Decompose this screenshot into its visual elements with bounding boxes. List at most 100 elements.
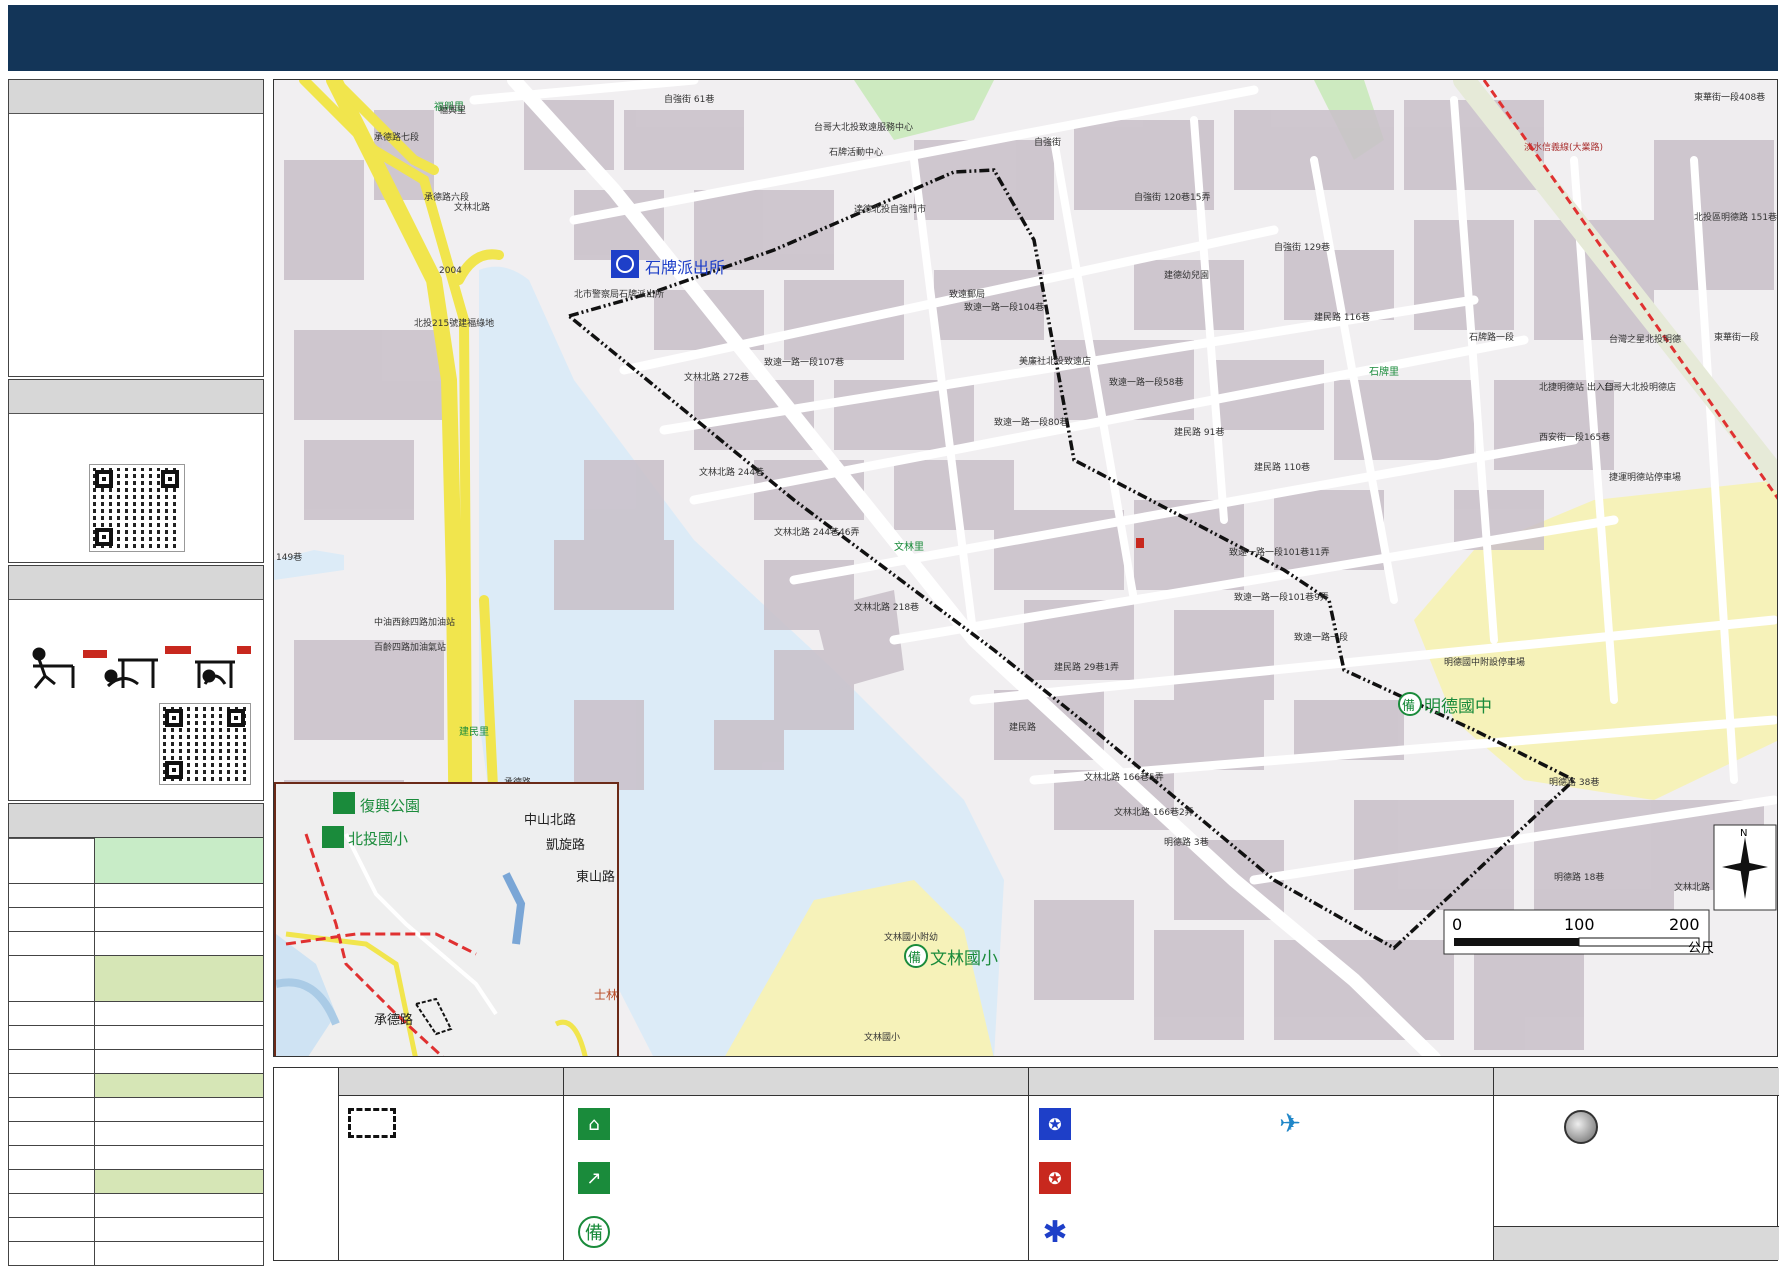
table-cell [8, 1073, 95, 1098]
shelter-table-header [9, 804, 263, 839]
svg-text:0: 0 [1452, 915, 1462, 934]
table-cell [8, 883, 95, 908]
table-cell [8, 1097, 95, 1122]
police-station-label: 石牌派出所 [645, 258, 725, 277]
svg-text:淡水信義線(大業路): 淡水信義線(大業路) [1524, 141, 1603, 153]
table-cell [94, 1193, 264, 1218]
svg-text:文林國小: 文林國小 [864, 1031, 900, 1043]
svg-text:北投區明德路 151巷: 北投區明德路 151巷 [1694, 211, 1777, 223]
svg-text:東山路: 東山路 [576, 869, 615, 885]
table-cell [8, 1049, 95, 1074]
table-cell [8, 1025, 95, 1050]
svg-text:明德國中附設停車場: 明德國中附設停車場 [1444, 656, 1525, 668]
svg-text:文林北路 218巷: 文林北路 218巷 [854, 601, 919, 613]
svg-text:文林北路 244巷46弄: 文林北路 244巷46弄 [774, 526, 860, 538]
legend-col-services: ✪ ✪ ✱ ✈ [1028, 1068, 1493, 1260]
svg-text:致遠一路一段: 致遠一路一段 [1294, 631, 1348, 643]
svg-text:致遠一路一段107巷: 致遠一路一段107巷 [764, 356, 844, 368]
svg-text:致遠一路一段101巷11弄: 致遠一路一段101巷11弄 [1229, 546, 1330, 558]
svg-text:文林國小附幼: 文林國小附幼 [884, 931, 938, 943]
table-cell [8, 1145, 95, 1170]
svg-text:自強街 120巷15弄: 自強街 120巷15弄 [1134, 191, 1211, 203]
svg-text:台灣之星北投明德: 台灣之星北投明德 [1609, 333, 1681, 345]
svg-text:明德路 3巷: 明德路 3巷 [1164, 836, 1209, 848]
svg-text:致遠一路一段80巷: 致遠一路一段80巷 [994, 416, 1068, 428]
table-cell [94, 1241, 264, 1266]
boundary-icon [348, 1108, 396, 1138]
qr-panel-header [9, 380, 263, 414]
table-cell [94, 907, 264, 932]
svg-text:東華街一段408巷: 東華街一段408巷 [1694, 91, 1765, 103]
svg-text:福興里: 福興里 [439, 104, 466, 116]
svg-text:建德幼兒園: 建德幼兒園 [1164, 269, 1209, 281]
svg-text:承德路: 承德路 [374, 1012, 413, 1028]
svg-text:致遠一路一段104巷: 致遠一路一段104巷 [964, 301, 1044, 313]
village-label: 石牌里 [1369, 365, 1399, 378]
drop-cover-hold-icon [32, 646, 251, 689]
svg-text:建民路 91巷: 建民路 91巷 [1174, 426, 1224, 438]
svg-text:北投215號建福綠地: 北投215號建福綠地 [414, 317, 494, 329]
earthquake-panel-header [9, 566, 263, 600]
table-cell [8, 1121, 95, 1146]
evacuation-icon: ↗ [578, 1162, 610, 1194]
inset-map[interactable]: 復興公園 北投國小 中山北路 凱旋路 東山路 承德路 士林 [274, 782, 619, 1056]
svg-text:北捷明德站 出入口: 北捷明德站 出入口 [1539, 381, 1614, 393]
svg-text:100: 100 [1564, 915, 1595, 934]
svg-text:文林北路 166巷2弄: 文林北路 166巷2弄 [1114, 806, 1194, 818]
table-cell [8, 955, 95, 1002]
qr-code-2[interactable] [159, 703, 251, 785]
table-cell [94, 1121, 264, 1146]
svg-text:自強街 61巷: 自強街 61巷 [664, 93, 714, 105]
svg-text:建民路 29巷1弄: 建民路 29巷1弄 [1054, 661, 1119, 673]
table-cell [94, 1217, 264, 1242]
village-label: 建民里 [459, 725, 489, 738]
svg-text:復興公園: 復興公園 [360, 797, 420, 815]
svg-text:自強街: 自強街 [1034, 136, 1061, 148]
svg-text:公尺: 公尺 [1688, 941, 1714, 956]
svg-text:149巷: 149巷 [276, 552, 302, 563]
table-cell [94, 931, 264, 956]
legend-col-shelter: ⌂ ↗ 備 [563, 1068, 1028, 1260]
table-cell [94, 1169, 264, 1194]
svg-text:致遠郵局: 致遠郵局 [949, 288, 985, 300]
svg-text:N: N [1740, 828, 1747, 839]
info-panel [8, 79, 264, 377]
legend-col-other [1493, 1068, 1779, 1260]
table-cell [94, 883, 264, 908]
svg-text:石牌路一段: 石牌路一段 [1469, 331, 1514, 343]
legend-col-boundary [338, 1068, 563, 1260]
svg-text:致遠一路一段101巷9弄: 致遠一路一段101巷9弄 [1234, 591, 1329, 603]
svg-text:200: 200 [1669, 915, 1700, 934]
helicopter-icon: ✈ [1279, 1109, 1301, 1139]
police-icon: ✪ [1039, 1108, 1071, 1140]
police-station-icon [611, 250, 639, 278]
svg-text:百齡四路加油氣站: 百齡四路加油氣站 [374, 641, 446, 653]
table-cell [94, 1025, 264, 1050]
medical-icon: ✱ [1042, 1214, 1068, 1250]
table-cell [8, 1217, 95, 1242]
svg-text:文林北路 272巷: 文林北路 272巷 [684, 371, 749, 383]
shelter-table-panel [8, 803, 264, 839]
table-cell [8, 1193, 95, 1218]
svg-text:文林北路 244巷: 文林北路 244巷 [699, 466, 764, 478]
svg-text:東華街一段: 東華街一段 [1714, 331, 1759, 343]
svg-text:士林: 士林 [594, 988, 618, 1002]
title-bar [8, 5, 1778, 71]
svg-text:明德路 38巷: 明德路 38巷 [1549, 776, 1599, 788]
reserve-shelter-icon: 備 [578, 1216, 610, 1248]
svg-text:石牌活動中心: 石牌活動中心 [829, 146, 883, 158]
school-label-2: 文林國小 [930, 949, 998, 969]
svg-text:2004: 2004 [439, 266, 462, 276]
svg-text:凱旋路: 凱旋路 [546, 837, 585, 853]
svg-text:達德北投自強門市: 達德北投自強門市 [854, 203, 926, 215]
shelter-table [8, 837, 264, 1266]
qr-panel [8, 379, 264, 563]
svg-text:建民路 110巷: 建民路 110巷 [1254, 461, 1310, 473]
svg-text:備: 備 [908, 950, 921, 966]
table-cell [8, 1241, 95, 1266]
svg-text:西安街一段165巷: 西安街一段165巷 [1539, 431, 1610, 443]
table-cell [8, 907, 95, 932]
svg-text:北市警察局石牌派出所: 北市警察局石牌派出所 [574, 288, 664, 300]
qr-code[interactable] [89, 464, 185, 552]
main-map[interactable]: 石牌派出所 備 明德國中 備 文林國小 文林里 石牌里 福興里 建民里 台哥大北… [273, 79, 1778, 1057]
